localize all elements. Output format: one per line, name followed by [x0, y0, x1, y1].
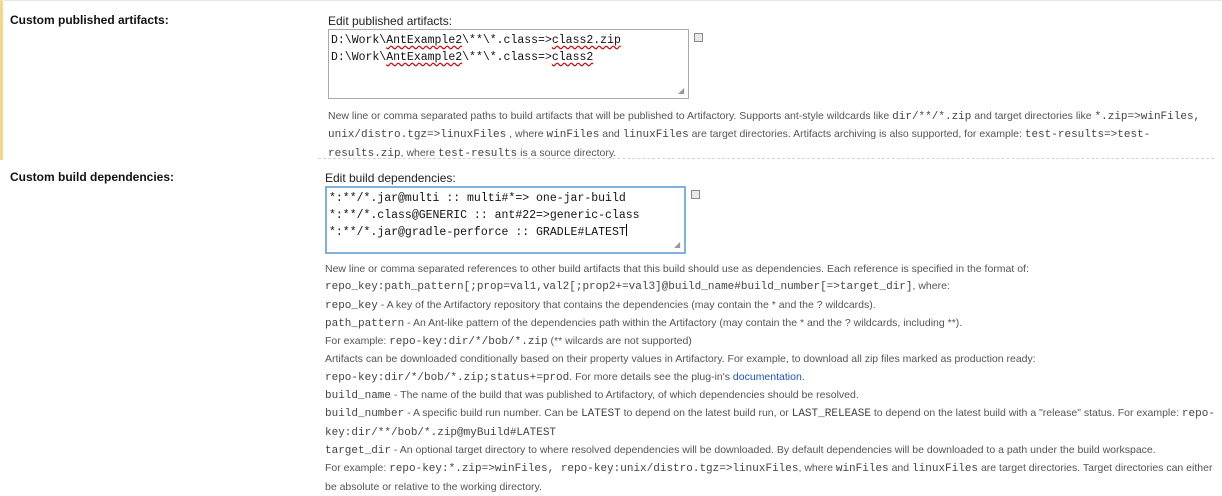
help-code: repo-key:dir/*/bob/*.zip;status+=prod [325, 371, 570, 384]
help-line: path_pattern - An Ant-like pattern of th… [325, 315, 1215, 333]
textarea-text: \**\*.class=> [462, 34, 552, 47]
help-text: is a source directory. [517, 146, 617, 159]
help-line: For example: repo-key:*.zip=>winFiles, r… [325, 460, 1215, 496]
help-code: repo_key:path_pattern[;prop=val1,val2[;p… [325, 281, 913, 294]
textarea-line: *:**/*.jar@multi :: multi#*=> one-jar-bu… [329, 192, 626, 205]
build-dependencies-caption: Edit build dependencies: [325, 171, 456, 185]
documentation-link[interactable]: documentation [733, 371, 802, 383]
textarea-text: D:\Work\ [331, 51, 387, 64]
help-code: linuxFiles [912, 463, 979, 476]
build-dependencies-help: New line or comma separated references t… [325, 261, 1215, 496]
help-text: and [599, 128, 623, 141]
help-line: repo_key - A key of the Artifactory repo… [325, 297, 1215, 315]
help-text: New line or comma separated paths to bui… [328, 110, 893, 122]
build-dependencies-row: Custom build dependencies: Edit build de… [0, 160, 1222, 493]
textarea-line: *:**/*.class@GENERIC :: ant#22=>generic-… [329, 209, 640, 222]
published-artifacts-textarea[interactable]: D:\Work\AntExample2\**\*.class=>class2.z… [328, 29, 689, 99]
help-line: build_number - A specific build run numb… [325, 405, 1215, 442]
text-caret [625, 224, 627, 236]
help-text: New line or comma separated references t… [325, 263, 1029, 275]
build-dependencies-textarea[interactable]: *:**/*.jar@multi :: multi#*=> one-jar-bu… [325, 186, 686, 254]
help-code: target_dir [325, 444, 392, 457]
help-code: repo_key [325, 299, 378, 312]
help-text: , where [400, 146, 438, 159]
expand-textarea-icon[interactable] [694, 33, 703, 42]
help-text: , where [506, 128, 547, 141]
textarea-text: AntExample2 [386, 51, 463, 64]
help-text: - An Ant-like pattern of the dependencie… [404, 316, 963, 329]
help-code: LAST_RELEASE [791, 408, 871, 421]
help-code: repo-key:dir/*/bob/*.zip [389, 336, 548, 349]
help-line: For example: repo-key:dir/*/bob/*.zip (*… [325, 333, 1215, 351]
help-text: and target directories like [971, 110, 1095, 122]
published-artifacts-help: New line or comma separated paths to bui… [328, 108, 1218, 163]
help-text: are target directories. Artifacts archiv… [688, 128, 1025, 141]
help-code: LATEST [581, 408, 621, 421]
help-text: and [888, 462, 913, 475]
help-text: Artifacts can be downloaded conditionall… [325, 353, 1036, 366]
help-code: path_pattern [325, 317, 405, 330]
help-code: build_name [325, 390, 392, 403]
published-artifacts-row: Custom published artifacts: Edit publish… [0, 0, 1222, 160]
help-line: New line or comma separated references t… [325, 261, 1215, 278]
help-line: build_name - The name of the build that … [325, 387, 1215, 405]
help-text: to depend on the latest build with a "re… [870, 407, 1182, 420]
help-line: target_dir - An optional target director… [325, 442, 1215, 460]
resize-grip-icon[interactable]: ◢ [678, 88, 686, 96]
expand-textarea-icon[interactable] [691, 190, 700, 199]
help-line: Artifacts can be downloaded conditionall… [325, 351, 1215, 368]
help-code: linuxFiles [622, 129, 689, 142]
help-code: winFiles [835, 463, 889, 476]
help-text: , where: [912, 280, 950, 293]
textarea-text: \**\*.class=> [462, 51, 552, 64]
help-text: - An optional target directory to where … [391, 443, 1156, 456]
help-text: , where [798, 462, 836, 475]
published-artifacts-label: Custom published artifacts: [10, 13, 169, 27]
help-text: - A specific build run number. Can be [404, 407, 582, 420]
help-line: repo_key:path_pattern[;prop=val1,val2[;p… [325, 278, 1215, 296]
published-artifacts-caption: Edit published artifacts: [328, 14, 453, 28]
textarea-text: D:\Work\ [331, 34, 387, 47]
help-text: . For more details see the plug-in's [569, 370, 733, 383]
resize-grip-icon[interactable]: ◢ [674, 242, 682, 250]
textarea-text: AntExample2 [386, 34, 463, 47]
build-dependencies-label: Custom build dependencies: [10, 170, 175, 184]
textarea-text: class2.zip [551, 34, 621, 47]
textarea-line: *:**/*.jar@gradle-perforce :: GRADLE#LAT… [329, 224, 627, 239]
textarea-text: class2 [551, 51, 594, 64]
textarea-line: D:\Work\AntExample2\**\*.class=>class2 [331, 49, 686, 66]
help-text: . [801, 370, 805, 383]
help-text: (** wilcards are not supported) [547, 335, 692, 348]
help-text: For example: [325, 462, 390, 475]
help-text: - A key of the Artifactory repository th… [377, 298, 876, 311]
help-text: For example: [325, 335, 390, 348]
help-code: winFiles [546, 129, 600, 142]
help-code: dir/**/*.zip [892, 111, 972, 123]
help-code: build_number [325, 408, 405, 421]
help-line: repo-key:dir/*/bob/*.zip;status+=prod. F… [325, 369, 1215, 387]
published-artifacts-field: Edit published artifacts: D:\Work\AntExa… [328, 13, 1218, 163]
help-code: repo-key:*.zip=>winFiles, repo-key:unix/… [389, 463, 799, 476]
textarea-line: D:\Work\AntExample2\**\*.class=>class2.z… [331, 32, 686, 49]
help-text: - The name of the build that was publish… [391, 389, 859, 402]
help-text: to depend on the latest build run, or [620, 407, 792, 420]
section-divider [318, 158, 1214, 159]
build-dependencies-field: Edit build dependencies: *:**/*.jar@mult… [325, 170, 1215, 496]
